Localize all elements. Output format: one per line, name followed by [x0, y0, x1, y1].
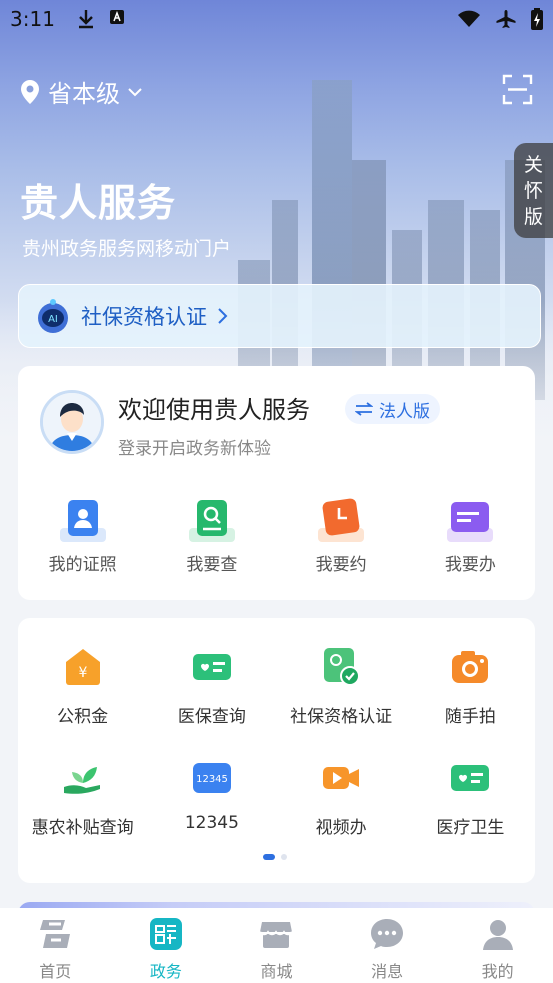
welcome-subtitle: 登录开启政务新体验: [118, 439, 271, 459]
chevron-down-icon: [128, 87, 142, 96]
bottom-tab-bar: 首页 政务 商城 消息 我的: [0, 908, 553, 983]
service-label: 视频办: [315, 818, 367, 838]
scan-icon: [502, 74, 533, 105]
search-doc-icon: [188, 500, 235, 542]
tab-label: 我的: [481, 962, 514, 981]
service-12345-hotline[interactable]: 12345 12345: [147, 757, 276, 838]
welcome-title: 欢迎使用贵人服务: [118, 396, 310, 424]
home-logo-icon: [40, 920, 71, 948]
ai-icon-text: AI: [48, 314, 58, 325]
tab-home[interactable]: 首页: [0, 908, 111, 983]
quick-action-my-certificates[interactable]: 我的证照: [18, 496, 147, 575]
tab-shop[interactable]: 商城: [221, 908, 332, 983]
battery-charging-icon: [531, 8, 543, 30]
government-icon: [149, 918, 182, 950]
location-selector[interactable]: 省本级: [20, 74, 142, 109]
status-bar: 3:11: [0, 0, 553, 38]
switch-arrows-icon: [355, 402, 373, 416]
quick-actions: 我的证照 我要查 我要约 我要办: [18, 496, 535, 575]
download-icon: [78, 10, 93, 29]
quick-action-appointment[interactable]: 我要约: [277, 496, 406, 575]
page-dot: [281, 854, 287, 860]
location-label: 省本级: [48, 80, 120, 108]
chevron-right-icon: [218, 308, 228, 324]
tab-government[interactable]: 政务: [111, 908, 222, 983]
care-mode-button[interactable]: 关 怀 版: [514, 143, 553, 238]
service-farm-subsidy[interactable]: 惠农补贴查询: [18, 757, 147, 838]
ai-robot-icon: AI: [38, 299, 68, 333]
page-subtitle: 贵州政务服务网移动门户: [22, 238, 232, 260]
services-card: ¥ 公积金 医保查询 社保资格认证 随手拍 惠农补贴查询 12345 12345…: [18, 618, 535, 883]
tab-label: 首页: [39, 962, 72, 981]
medical-insurance-card-icon: [192, 654, 231, 680]
page-dot-active: [263, 854, 275, 860]
services-grid: ¥ 公积金 医保查询 社保资格认证 随手拍 惠农补贴查询 12345 12345…: [18, 646, 535, 838]
quick-action-handle[interactable]: 我要办: [406, 496, 535, 575]
service-label: 公积金: [57, 707, 109, 727]
tab-profile[interactable]: 我的: [442, 908, 553, 983]
service-label: 随手拍: [444, 707, 496, 727]
quick-action-label: 我要查: [186, 555, 238, 575]
service-label: 12345: [184, 813, 239, 833]
airplane-icon: [496, 10, 516, 28]
status-time: 3:11: [10, 7, 55, 31]
user-avatar-icon: [43, 393, 101, 451]
avatar[interactable]: [40, 390, 104, 454]
care-mode-char: 关: [523, 153, 543, 176]
service-healthcare[interactable]: 医疗卫生: [406, 757, 535, 838]
video-camera-icon: [323, 767, 360, 789]
health-card-icon: [451, 765, 490, 791]
service-label: 社保资格认证: [290, 707, 393, 727]
quick-action-label: 我要约: [315, 555, 367, 575]
care-mode-char: 怀: [523, 179, 543, 202]
wifi-icon: [458, 10, 480, 27]
service-video-office[interactable]: 视频办: [277, 757, 406, 838]
camera-icon: [452, 651, 489, 683]
app-notification-icon: [109, 10, 124, 24]
profile-icon: [482, 920, 513, 950]
social-security-cert-icon: [324, 648, 361, 686]
service-label: 医保查询: [177, 707, 246, 727]
housing-fund-icon: ¥: [65, 649, 100, 685]
tab-messages[interactable]: 消息: [332, 908, 443, 983]
hotline-icon-text: 12345: [196, 774, 228, 785]
service-housing-fund[interactable]: ¥ 公积金: [18, 646, 147, 727]
shop-icon: [259, 922, 294, 948]
tab-label: 消息: [371, 962, 404, 981]
quick-action-label: 我要办: [444, 555, 496, 575]
sprout-hand-icon: [63, 767, 100, 794]
quick-action-search[interactable]: 我要查: [147, 496, 276, 575]
location-pin-icon: [21, 79, 39, 104]
quick-action-label: 我的证照: [48, 555, 117, 575]
tab-label: 政务: [149, 962, 182, 981]
ai-banner-label: 社保资格认证: [81, 305, 207, 329]
service-medical-insurance[interactable]: 医保查询: [147, 646, 276, 727]
id-card-icon: [59, 500, 106, 542]
appointment-clock-icon: [318, 498, 365, 542]
ai-social-security-banner[interactable]: AI 社保资格认证: [18, 284, 541, 348]
service-snapshot[interactable]: 随手拍: [406, 646, 535, 727]
service-social-security-cert[interactable]: 社保资格认证: [277, 646, 406, 727]
service-label: 惠农补贴查询: [31, 818, 134, 838]
service-label: 医疗卫生: [436, 818, 505, 838]
care-mode-char: 版: [523, 205, 543, 228]
message-icon: [371, 919, 404, 949]
svg-text:¥: ¥: [78, 665, 87, 681]
page-title: 贵人服务: [20, 181, 177, 225]
scan-button[interactable]: [502, 74, 533, 105]
folder-icon: [447, 502, 494, 542]
page-indicator: [263, 854, 287, 860]
tab-label: 商城: [260, 962, 293, 981]
legal-person-label: 法人版: [379, 401, 430, 422]
hotline-12345-icon: 12345: [192, 763, 231, 793]
legal-person-button[interactable]: 法人版: [345, 394, 440, 424]
welcome-card: 欢迎使用贵人服务 法人版 登录开启政务新体验 我的证照 我要查 我要约 我要办: [18, 366, 535, 600]
